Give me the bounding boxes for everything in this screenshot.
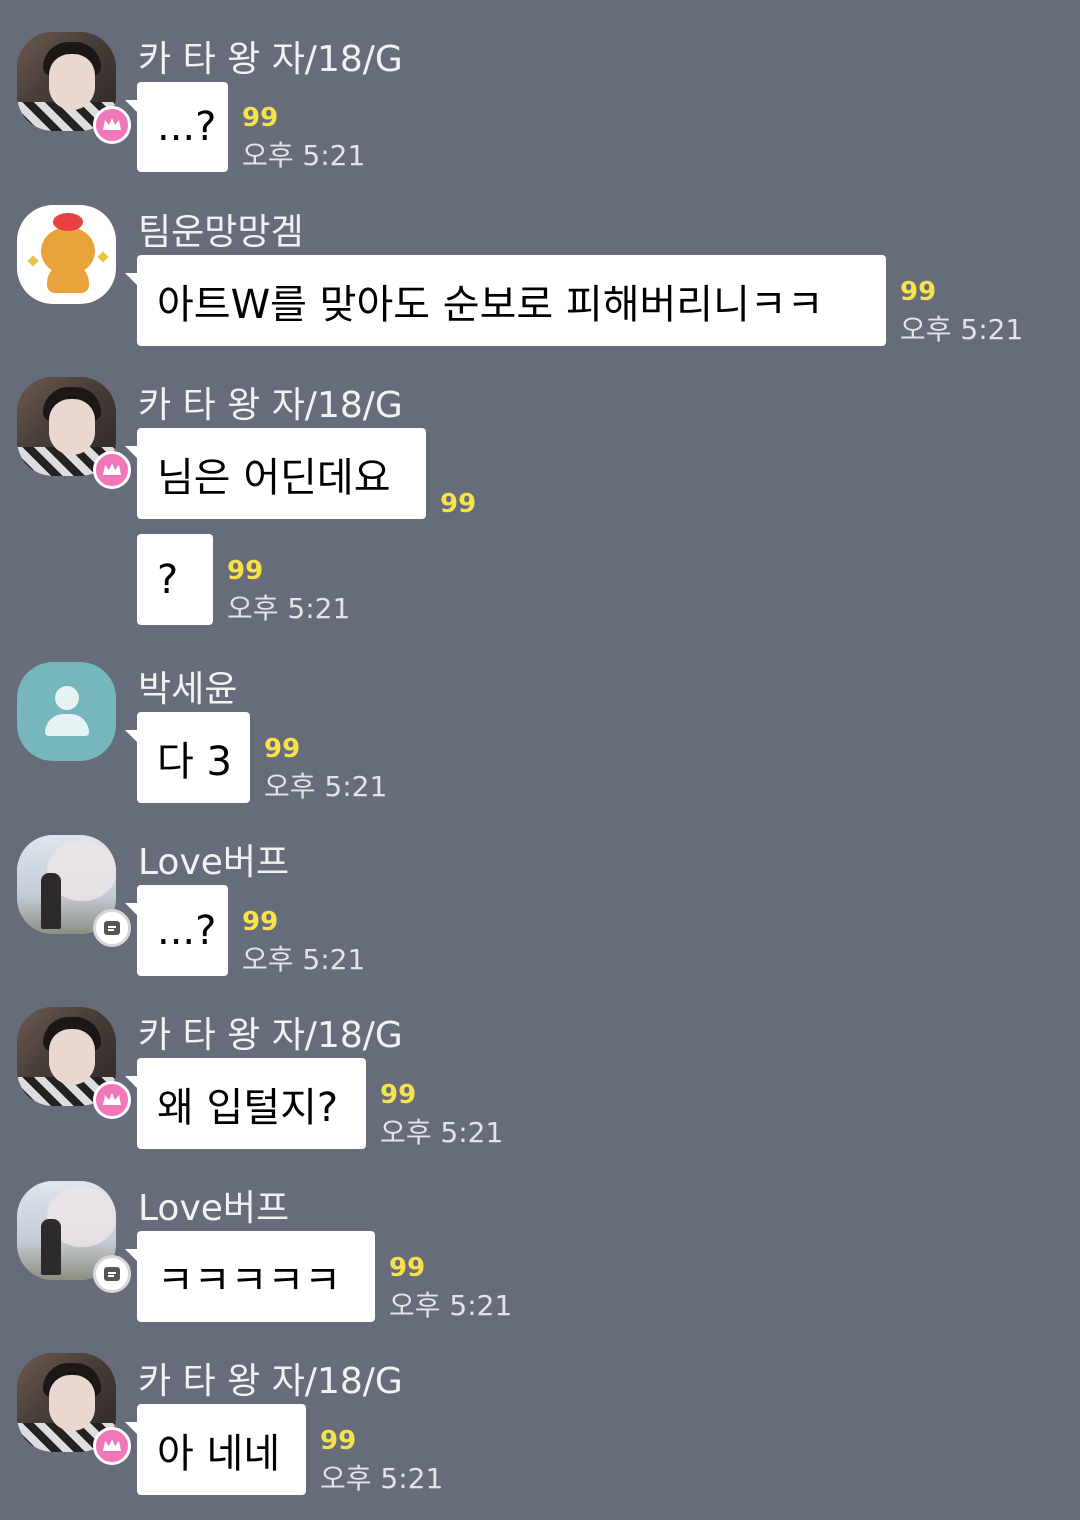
sender-name: 팀운망망겜 bbox=[138, 212, 304, 253]
unread-count: 99 bbox=[900, 277, 937, 307]
avatar[interactable] bbox=[17, 835, 131, 947]
sender-name: 박세윤 bbox=[138, 669, 238, 710]
message-bubble[interactable]: 다 3 bbox=[125, 712, 250, 803]
avatar[interactable] bbox=[17, 1007, 131, 1119]
unread-count: 99 bbox=[440, 489, 477, 519]
timestamp: 오후 5:21 bbox=[264, 770, 388, 803]
unread-count: 99 bbox=[242, 907, 279, 937]
avatar[interactable] bbox=[17, 205, 116, 304]
sender-name: 카 타 왕 자/18/G bbox=[138, 1361, 403, 1402]
message-bubble[interactable]: 아트W를 맞아도 순보로 피해버리니ㅋㅋ bbox=[125, 255, 886, 346]
timestamp: 오후 5:21 bbox=[320, 1462, 444, 1495]
unread-count: 99 bbox=[320, 1426, 357, 1456]
timestamp: 오후 5:21 bbox=[242, 139, 366, 172]
timestamp: 오후 5:21 bbox=[242, 943, 366, 976]
sender-name: Love버프 bbox=[138, 842, 290, 883]
sender-name: Love버프 bbox=[138, 1188, 290, 1229]
timestamp: 오후 5:21 bbox=[389, 1289, 513, 1322]
person-icon bbox=[55, 686, 79, 710]
message-bubble[interactable]: 아 네네 bbox=[125, 1404, 306, 1495]
sender-name: 카 타 왕 자/18/G bbox=[138, 39, 403, 80]
unread-count: 99 bbox=[264, 734, 301, 764]
timestamp: 오후 5:21 bbox=[380, 1116, 504, 1149]
unread-count: 99 bbox=[242, 103, 279, 133]
message-bubble[interactable]: 님은 어딘데요 bbox=[125, 428, 426, 519]
avatar[interactable] bbox=[17, 32, 131, 144]
avatar[interactable] bbox=[17, 1181, 131, 1293]
message-bubble[interactable]: ㅋㅋㅋㅋㅋ bbox=[125, 1231, 375, 1322]
unread-count: 99 bbox=[389, 1253, 426, 1283]
sender-name: 카 타 왕 자/18/G bbox=[138, 1015, 403, 1056]
avatar[interactable] bbox=[17, 662, 116, 761]
unread-count: 99 bbox=[227, 556, 264, 586]
message-bubble[interactable]: 왜 입털지? bbox=[125, 1058, 366, 1149]
sender-name: 카 타 왕 자/18/G bbox=[138, 385, 403, 426]
timestamp: 오후 5:21 bbox=[900, 313, 1024, 346]
timestamp: 오후 5:21 bbox=[227, 592, 351, 625]
message-bubble[interactable]: ...? bbox=[125, 885, 228, 976]
message-bubble[interactable]: ? bbox=[137, 534, 213, 625]
message-bubble[interactable]: ...? bbox=[125, 82, 228, 172]
unread-count: 99 bbox=[380, 1080, 417, 1110]
avatar[interactable] bbox=[17, 377, 131, 489]
avatar[interactable] bbox=[17, 1353, 131, 1465]
